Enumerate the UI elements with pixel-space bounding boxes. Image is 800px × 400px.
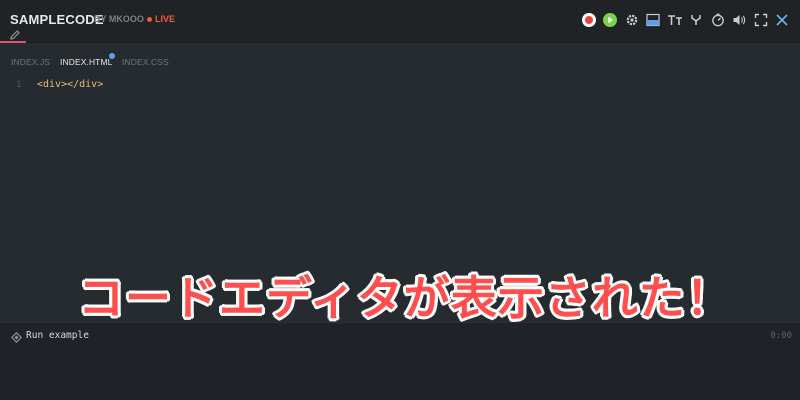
layout-icon [646, 13, 660, 27]
layout-button[interactable] [643, 10, 663, 30]
close-icon [776, 14, 788, 26]
play-button[interactable] [600, 10, 620, 30]
run-timer: 0:00 [770, 331, 792, 341]
run-bar: Run example 0:00 [0, 322, 800, 400]
line-number: 1 [16, 80, 22, 90]
app-title: SAMPLECODE [10, 12, 104, 27]
run-diamond-icon[interactable] [10, 330, 23, 344]
pencil-icon[interactable] [9, 28, 21, 40]
play-icon [603, 13, 617, 27]
fork-button[interactable] [686, 10, 706, 30]
font-size-button[interactable] [665, 10, 685, 30]
volume-icon [733, 15, 745, 25]
fullscreen-button[interactable] [751, 10, 771, 30]
live-label: LIVE [155, 14, 176, 24]
settings-button[interactable] [622, 10, 642, 30]
tab-index-css[interactable]: INDEX.CSS [122, 57, 169, 67]
record-button[interactable] [579, 10, 599, 30]
fork-icon [691, 15, 701, 25]
modified-dot-icon [109, 53, 115, 59]
fullscreen-icon [754, 13, 767, 27]
header-bar: SAMPLECODE BY MKOOO LIVE [0, 0, 800, 43]
tab-index-html[interactable]: INDEX.HTML [60, 57, 112, 67]
volume-button[interactable] [729, 10, 749, 30]
code-line[interactable]: <div></div> [37, 79, 103, 90]
author-byline[interactable]: BY MKOOO [94, 14, 144, 24]
font-size-icon [667, 15, 682, 25]
file-tabs: INDEX.JS INDEX.HTML INDEX.CSS [0, 43, 800, 71]
app-window: SAMPLECODE BY MKOOO LIVE INDEX.JS INDEX.… [0, 0, 800, 400]
live-indicator-icon [147, 17, 152, 22]
timer-icon [711, 13, 724, 27]
run-example-button[interactable]: Run example [26, 330, 89, 341]
overlay-caption: コードエディタが表示された！ [78, 271, 733, 325]
timer-button[interactable] [708, 10, 728, 30]
tab-index-js[interactable]: INDEX.JS [11, 57, 50, 67]
record-icon [581, 13, 596, 27]
gear-icon [626, 14, 637, 26]
close-button[interactable] [772, 10, 792, 30]
toolbar [577, 10, 792, 30]
